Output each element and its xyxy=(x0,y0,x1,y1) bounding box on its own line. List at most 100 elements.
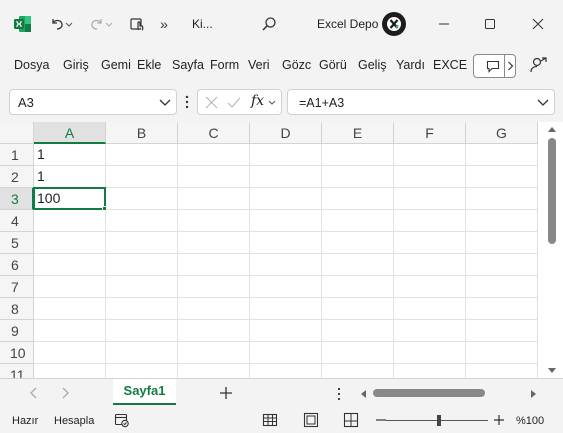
cell-f4[interactable] xyxy=(394,210,466,232)
cell-d1[interactable] xyxy=(250,144,322,166)
scroll-left-icon[interactable] xyxy=(359,389,367,399)
tab-navigation[interactable]: Gemi xyxy=(101,58,131,72)
tab-excel-addin[interactable]: EXCE xyxy=(433,58,467,72)
row-header-10[interactable]: 10 xyxy=(0,342,34,364)
page-break-view-icon[interactable] xyxy=(343,412,359,428)
cell-c11[interactable] xyxy=(178,364,250,378)
zoom-level[interactable]: %100 xyxy=(516,415,544,427)
cell-f7[interactable] xyxy=(394,276,466,298)
chevron-right-icon[interactable] xyxy=(57,385,73,401)
tab-home[interactable]: Giriş xyxy=(63,58,89,72)
cell-d10[interactable] xyxy=(250,342,322,364)
scroll-right-icon[interactable] xyxy=(530,389,538,399)
cell-g7[interactable] xyxy=(466,276,538,298)
cell-c7[interactable] xyxy=(178,276,250,298)
cell-d4[interactable] xyxy=(250,210,322,232)
row-header-8[interactable]: 8 xyxy=(0,298,34,320)
close-button[interactable] xyxy=(528,14,548,34)
cell-d7[interactable] xyxy=(250,276,322,298)
row-header-2[interactable]: 2 xyxy=(0,166,34,188)
tab-formulas[interactable]: Form xyxy=(210,58,239,72)
fill-handle[interactable] xyxy=(102,206,107,211)
cell-e6[interactable] xyxy=(322,254,394,276)
tab-page-layout[interactable]: Sayfa xyxy=(172,58,204,72)
search-button[interactable] xyxy=(258,12,280,36)
more-commands-button[interactable]: » xyxy=(155,12,173,36)
scroll-down-icon[interactable] xyxy=(547,367,557,375)
column-header-a[interactable]: A xyxy=(34,122,106,144)
name-box[interactable]: A3 xyxy=(9,89,177,115)
cell-e7[interactable] xyxy=(322,276,394,298)
maximize-button[interactable] xyxy=(480,14,500,34)
cell-g11[interactable] xyxy=(466,364,538,378)
cell-c6[interactable] xyxy=(178,254,250,276)
cell-a6[interactable] xyxy=(34,254,106,276)
cell-d6[interactable] xyxy=(250,254,322,276)
cell-e8[interactable] xyxy=(322,298,394,320)
cell-g8[interactable] xyxy=(466,298,538,320)
formula-input[interactable]: =A1+A3 xyxy=(287,89,555,115)
normal-view-icon[interactable] xyxy=(262,412,278,428)
calculate-button[interactable]: Hesapla xyxy=(54,415,94,427)
tab-data[interactable]: Veri xyxy=(248,58,270,72)
cell-g10[interactable] xyxy=(466,342,538,364)
cell-f2[interactable] xyxy=(394,166,466,188)
cell-a9[interactable] xyxy=(34,320,106,342)
row-header-3[interactable]: 3 xyxy=(0,188,34,210)
zoom-in-icon[interactable] xyxy=(491,412,507,428)
cell-b11[interactable] xyxy=(106,364,178,378)
file-name[interactable]: Ki... xyxy=(192,17,213,31)
cell-c9[interactable] xyxy=(178,320,250,342)
cell-e1[interactable] xyxy=(322,144,394,166)
tab-view[interactable]: Görü xyxy=(319,58,347,72)
column-header-c[interactable]: C xyxy=(178,122,250,144)
cell-b3[interactable] xyxy=(106,188,178,210)
cell-c3[interactable] xyxy=(178,188,250,210)
share-button[interactable] xyxy=(529,55,549,75)
sheet-tab-active[interactable]: Sayfa1 xyxy=(113,379,176,405)
select-all-button[interactable] xyxy=(0,122,34,144)
cell-b10[interactable] xyxy=(106,342,178,364)
cell-e9[interactable] xyxy=(322,320,394,342)
cell-e3[interactable] xyxy=(322,188,394,210)
row-header-5[interactable]: 5 xyxy=(0,232,34,254)
cell-d2[interactable] xyxy=(250,166,322,188)
column-header-e[interactable]: E xyxy=(322,122,394,144)
cell-d9[interactable] xyxy=(250,320,322,342)
cell-g4[interactable] xyxy=(466,210,538,232)
spreadsheet-grid[interactable]: A B C D E F G 1 1 2 1 3 100 4 5 6 7 8 9 10 11 xyxy=(0,122,545,378)
cell-e2[interactable] xyxy=(322,166,394,188)
cell-e10[interactable] xyxy=(322,342,394,364)
cell-g9[interactable] xyxy=(466,320,538,342)
cell-g3[interactable] xyxy=(466,188,538,210)
cell-a4[interactable] xyxy=(34,210,106,232)
zoom-slider-thumb[interactable] xyxy=(437,415,441,426)
cell-g2[interactable] xyxy=(466,166,538,188)
cell-a5[interactable] xyxy=(34,232,106,254)
cell-b5[interactable] xyxy=(106,232,178,254)
cell-c10[interactable] xyxy=(178,342,250,364)
touch-mode-button[interactable] xyxy=(126,12,148,36)
column-header-f[interactable]: F xyxy=(394,122,466,144)
horizontal-scroll-thumb[interactable] xyxy=(373,389,485,397)
cell-c5[interactable] xyxy=(178,232,250,254)
row-header-6[interactable]: 6 xyxy=(0,254,34,276)
row-header-1[interactable]: 1 xyxy=(0,144,34,166)
cell-g6[interactable] xyxy=(466,254,538,276)
cell-f10[interactable] xyxy=(394,342,466,364)
vertical-dots-icon[interactable] xyxy=(336,387,342,401)
cell-e11[interactable] xyxy=(322,364,394,378)
cell-f3[interactable] xyxy=(394,188,466,210)
cell-b8[interactable] xyxy=(106,298,178,320)
horizontal-scrollbar[interactable] xyxy=(357,386,541,400)
cell-b7[interactable] xyxy=(106,276,178,298)
row-header-4[interactable]: 4 xyxy=(0,210,34,232)
column-header-b[interactable]: B xyxy=(106,122,178,144)
cell-e5[interactable] xyxy=(322,232,394,254)
avatar[interactable] xyxy=(382,12,406,36)
cell-c2[interactable] xyxy=(178,166,250,188)
cell-f8[interactable] xyxy=(394,298,466,320)
add-sheet-icon[interactable] xyxy=(217,384,235,402)
cell-b6[interactable] xyxy=(106,254,178,276)
cancel-icon[interactable] xyxy=(205,96,218,109)
